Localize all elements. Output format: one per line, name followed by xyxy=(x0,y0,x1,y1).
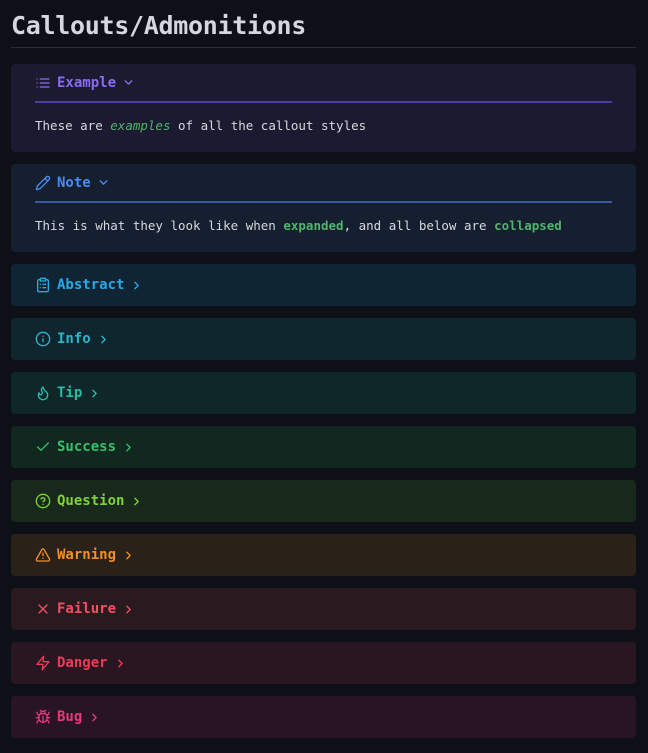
list-icon xyxy=(35,75,51,91)
chevron-right-icon xyxy=(114,657,127,670)
callout-danger: Danger xyxy=(11,642,636,684)
chevron-right-icon xyxy=(88,711,101,724)
chevron-down-icon xyxy=(97,176,110,189)
chevron-right-icon xyxy=(122,603,135,616)
callout-warning: Warning xyxy=(11,534,636,576)
callout-note: Note This is what they look like when exp… xyxy=(11,164,636,252)
chevron-right-icon xyxy=(130,279,143,292)
callout-question: Question xyxy=(11,480,636,522)
bug-icon xyxy=(35,709,51,725)
chevron-right-icon xyxy=(122,441,135,454)
callout-body-text: examples xyxy=(110,118,171,133)
callout-question-title: Question xyxy=(57,493,125,509)
callout-example-body: These are examples of all the callout st… xyxy=(11,103,636,152)
chevron-right-icon xyxy=(97,333,110,346)
callout-danger-title: Danger xyxy=(57,655,108,671)
callout-success: Success xyxy=(11,426,636,468)
callout-body-text: of all the callout styles xyxy=(170,118,367,133)
flame-icon xyxy=(35,385,51,401)
callout-success-title: Success xyxy=(57,439,117,455)
callout-success-toggle[interactable]: Success xyxy=(11,426,636,468)
info-icon xyxy=(35,331,51,347)
callout-example-title: Example xyxy=(57,74,117,91)
callout-abstract: Abstract xyxy=(11,264,636,306)
clipboard-icon xyxy=(35,277,51,293)
chevron-down-icon xyxy=(122,76,135,89)
callout-abstract-toggle[interactable]: Abstract xyxy=(11,264,636,306)
alert-triangle-icon xyxy=(35,547,51,563)
callout-note-toggle[interactable]: Note xyxy=(35,164,612,203)
callout-note-body: This is what they look like when expande… xyxy=(11,203,636,252)
callout-question-toggle[interactable]: Question xyxy=(11,480,636,522)
callout-bug-title: Bug xyxy=(57,709,83,725)
callout-warning-title: Warning xyxy=(57,547,117,563)
x-icon xyxy=(35,601,51,617)
page-title: Callouts/Admonitions xyxy=(11,8,636,48)
callout-info-toggle[interactable]: Info xyxy=(11,318,636,360)
callout-tip-title: Tip xyxy=(57,385,83,401)
zap-icon xyxy=(35,655,51,671)
callout-warning-toggle[interactable]: Warning xyxy=(11,534,636,576)
callout-tip-toggle[interactable]: Tip xyxy=(11,372,636,414)
callout-info: Info xyxy=(11,318,636,360)
callout-example: Example These are examples of all the cal… xyxy=(11,64,636,152)
callout-body-text: collapsed xyxy=(494,218,562,233)
chevron-right-icon xyxy=(122,549,135,562)
callout-abstract-title: Abstract xyxy=(57,277,125,293)
callout-bug-toggle[interactable]: Bug xyxy=(11,696,636,738)
callout-failure-title: Failure xyxy=(57,601,117,617)
callout-info-title: Info xyxy=(57,331,91,347)
callout-bug: Bug xyxy=(11,696,636,738)
callout-tip: Tip xyxy=(11,372,636,414)
help-circle-icon xyxy=(35,493,51,509)
callout-failure-toggle[interactable]: Failure xyxy=(11,588,636,630)
callout-example-toggle[interactable]: Example xyxy=(35,64,612,103)
check-icon xyxy=(35,439,51,455)
callout-body-text: , and all below are xyxy=(343,218,495,233)
callout-list: Example These are examples of all the cal… xyxy=(11,64,636,738)
page: Callouts/Admonitions Example These are ex… xyxy=(0,0,648,738)
callout-body-text: These are xyxy=(35,118,111,133)
pencil-icon xyxy=(35,175,51,191)
callout-body-text: expanded xyxy=(283,218,344,233)
chevron-right-icon xyxy=(130,495,143,508)
chevron-right-icon xyxy=(88,387,101,400)
callout-body-text: This is what they look like when xyxy=(35,218,284,233)
callout-note-title: Note xyxy=(57,174,91,191)
callout-danger-toggle[interactable]: Danger xyxy=(11,642,636,684)
callout-failure: Failure xyxy=(11,588,636,630)
